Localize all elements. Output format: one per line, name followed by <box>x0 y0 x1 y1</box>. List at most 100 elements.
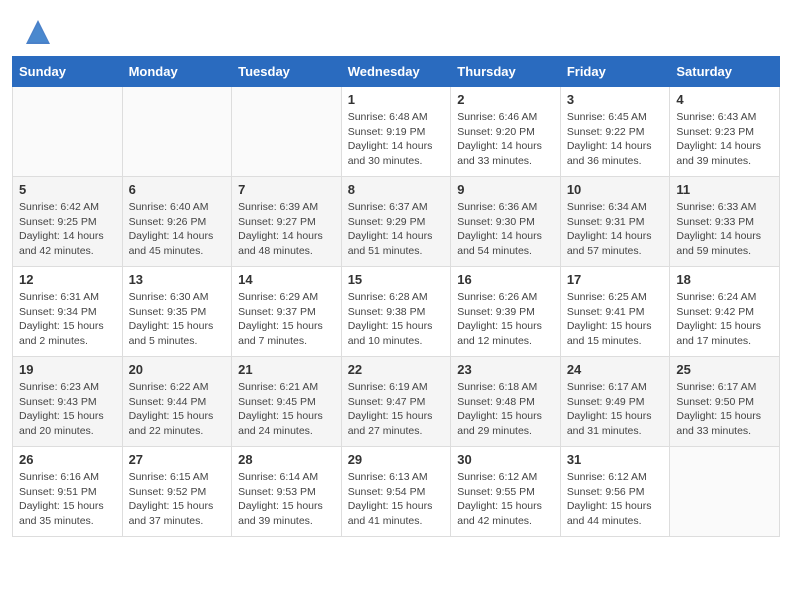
day-info: Sunrise: 6:33 AM Sunset: 9:33 PM Dayligh… <box>676 200 773 259</box>
col-friday: Friday <box>560 57 670 87</box>
calendar-cell: 13 Sunrise: 6:30 AM Sunset: 9:35 PM Dayli… <box>122 267 232 357</box>
day-number: 14 <box>238 272 335 287</box>
day-info: Sunrise: 6:42 AM Sunset: 9:25 PM Dayligh… <box>19 200 116 259</box>
day-number: 21 <box>238 362 335 377</box>
calendar-cell: 5 Sunrise: 6:42 AM Sunset: 9:25 PM Daylig… <box>13 177 123 267</box>
day-number: 4 <box>676 92 773 107</box>
col-saturday: Saturday <box>670 57 780 87</box>
day-number: 7 <box>238 182 335 197</box>
calendar-cell: 20 Sunrise: 6:22 AM Sunset: 9:44 PM Dayli… <box>122 357 232 447</box>
calendar-cell: 16Sunrise: 6:26 AM Sunset: 9:39 PM Dayli… <box>451 267 561 357</box>
day-info: Sunrise: 6:17 AM Sunset: 9:50 PM Dayligh… <box>676 380 773 439</box>
calendar-week-row: 19 Sunrise: 6:23 AM Sunset: 9:43 PM Dayli… <box>13 357 780 447</box>
calendar-cell: 25 Sunrise: 6:17 AM Sunset: 9:50 PM Dayli… <box>670 357 780 447</box>
day-info: Sunrise: 6:46 AM Sunset: 9:20 PM Dayligh… <box>457 110 554 169</box>
calendar-cell: 11Sunrise: 6:33 AM Sunset: 9:33 PM Dayli… <box>670 177 780 267</box>
day-info: Sunrise: 6:29 AM Sunset: 9:37 PM Dayligh… <box>238 290 335 349</box>
calendar-cell: 19 Sunrise: 6:23 AM Sunset: 9:43 PM Dayli… <box>13 357 123 447</box>
logo-icon <box>24 18 52 46</box>
day-number: 19 <box>19 362 116 377</box>
day-number: 17 <box>567 272 664 287</box>
calendar-cell <box>232 87 342 177</box>
day-number: 2 <box>457 92 554 107</box>
calendar-cell: 4Sunrise: 6:43 AM Sunset: 9:23 PM Daylig… <box>670 87 780 177</box>
calendar-cell: 1 Sunrise: 6:48 AM Sunset: 9:19 PM Daylig… <box>341 87 451 177</box>
day-info: Sunrise: 6:24 AM Sunset: 9:42 PM Dayligh… <box>676 290 773 349</box>
day-number: 16 <box>457 272 554 287</box>
day-info: Sunrise: 6:37 AM Sunset: 9:29 PM Dayligh… <box>348 200 445 259</box>
day-info: Sunrise: 6:21 AM Sunset: 9:45 PM Dayligh… <box>238 380 335 439</box>
calendar-header: Sunday Monday Tuesday Wednesday Thursday… <box>13 57 780 87</box>
day-info: Sunrise: 6:31 AM Sunset: 9:34 PM Dayligh… <box>19 290 116 349</box>
col-monday: Monday <box>122 57 232 87</box>
day-info: Sunrise: 6:14 AM Sunset: 9:53 PM Dayligh… <box>238 470 335 529</box>
day-info: Sunrise: 6:39 AM Sunset: 9:27 PM Dayligh… <box>238 200 335 259</box>
calendar-table: Sunday Monday Tuesday Wednesday Thursday… <box>12 56 780 537</box>
header-row: Sunday Monday Tuesday Wednesday Thursday… <box>13 57 780 87</box>
day-number: 5 <box>19 182 116 197</box>
calendar-week-row: 12 Sunrise: 6:31 AM Sunset: 9:34 PM Dayli… <box>13 267 780 357</box>
calendar-cell: 6 Sunrise: 6:40 AM Sunset: 9:26 PM Daylig… <box>122 177 232 267</box>
calendar-cell: 8 Sunrise: 6:37 AM Sunset: 9:29 PM Daylig… <box>341 177 451 267</box>
day-info: Sunrise: 6:48 AM Sunset: 9:19 PM Dayligh… <box>348 110 445 169</box>
calendar-cell <box>670 447 780 537</box>
calendar-cell: 3 Sunrise: 6:45 AM Sunset: 9:22 PM Daylig… <box>560 87 670 177</box>
day-number: 31 <box>567 452 664 467</box>
day-number: 10 <box>567 182 664 197</box>
calendar-cell <box>13 87 123 177</box>
calendar-week-row: 5 Sunrise: 6:42 AM Sunset: 9:25 PM Daylig… <box>13 177 780 267</box>
calendar-cell: 27Sunrise: 6:15 AM Sunset: 9:52 PM Dayli… <box>122 447 232 537</box>
day-number: 30 <box>457 452 554 467</box>
day-number: 20 <box>129 362 226 377</box>
day-number: 28 <box>238 452 335 467</box>
calendar-cell: 26 Sunrise: 6:16 AM Sunset: 9:51 PM Dayli… <box>13 447 123 537</box>
day-info: Sunrise: 6:45 AM Sunset: 9:22 PM Dayligh… <box>567 110 664 169</box>
day-number: 15 <box>348 272 445 287</box>
day-number: 23 <box>457 362 554 377</box>
calendar-cell: 24Sunrise: 6:17 AM Sunset: 9:49 PM Dayli… <box>560 357 670 447</box>
calendar-cell: 31Sunrise: 6:12 AM Sunset: 9:56 PM Dayli… <box>560 447 670 537</box>
calendar-cell: 7 Sunrise: 6:39 AM Sunset: 9:27 PM Daylig… <box>232 177 342 267</box>
calendar-cell: 21 Sunrise: 6:21 AM Sunset: 9:45 PM Dayli… <box>232 357 342 447</box>
day-info: Sunrise: 6:40 AM Sunset: 9:26 PM Dayligh… <box>129 200 226 259</box>
calendar-cell: 18 Sunrise: 6:24 AM Sunset: 9:42 PM Dayli… <box>670 267 780 357</box>
calendar-cell: 9 Sunrise: 6:36 AM Sunset: 9:30 PM Daylig… <box>451 177 561 267</box>
day-info: Sunrise: 6:13 AM Sunset: 9:54 PM Dayligh… <box>348 470 445 529</box>
calendar-cell <box>122 87 232 177</box>
day-info: Sunrise: 6:19 AM Sunset: 9:47 PM Dayligh… <box>348 380 445 439</box>
day-number: 18 <box>676 272 773 287</box>
day-number: 1 <box>348 92 445 107</box>
day-number: 3 <box>567 92 664 107</box>
day-number: 6 <box>129 182 226 197</box>
day-number: 13 <box>129 272 226 287</box>
day-number: 12 <box>19 272 116 287</box>
day-info: Sunrise: 6:12 AM Sunset: 9:55 PM Dayligh… <box>457 470 554 529</box>
calendar-cell: 15 Sunrise: 6:28 AM Sunset: 9:38 PM Dayli… <box>341 267 451 357</box>
day-info: Sunrise: 6:34 AM Sunset: 9:31 PM Dayligh… <box>567 200 664 259</box>
day-info: Sunrise: 6:17 AM Sunset: 9:49 PM Dayligh… <box>567 380 664 439</box>
col-thursday: Thursday <box>451 57 561 87</box>
day-info: Sunrise: 6:30 AM Sunset: 9:35 PM Dayligh… <box>129 290 226 349</box>
day-info: Sunrise: 6:28 AM Sunset: 9:38 PM Dayligh… <box>348 290 445 349</box>
day-info: Sunrise: 6:16 AM Sunset: 9:51 PM Dayligh… <box>19 470 116 529</box>
day-info: Sunrise: 6:15 AM Sunset: 9:52 PM Dayligh… <box>129 470 226 529</box>
day-info: Sunrise: 6:25 AM Sunset: 9:41 PM Dayligh… <box>567 290 664 349</box>
day-number: 8 <box>348 182 445 197</box>
col-tuesday: Tuesday <box>232 57 342 87</box>
day-number: 25 <box>676 362 773 377</box>
calendar-week-row: 1 Sunrise: 6:48 AM Sunset: 9:19 PM Daylig… <box>13 87 780 177</box>
calendar-cell: 28 Sunrise: 6:14 AM Sunset: 9:53 PM Dayli… <box>232 447 342 537</box>
calendar-cell: 22Sunrise: 6:19 AM Sunset: 9:47 PM Dayli… <box>341 357 451 447</box>
calendar-cell: 12 Sunrise: 6:31 AM Sunset: 9:34 PM Dayli… <box>13 267 123 357</box>
day-info: Sunrise: 6:36 AM Sunset: 9:30 PM Dayligh… <box>457 200 554 259</box>
calendar-week-row: 26 Sunrise: 6:16 AM Sunset: 9:51 PM Dayli… <box>13 447 780 537</box>
day-info: Sunrise: 6:23 AM Sunset: 9:43 PM Dayligh… <box>19 380 116 439</box>
day-number: 26 <box>19 452 116 467</box>
calendar-cell: 29Sunrise: 6:13 AM Sunset: 9:54 PM Dayli… <box>341 447 451 537</box>
calendar-cell: 30 Sunrise: 6:12 AM Sunset: 9:55 PM Dayli… <box>451 447 561 537</box>
col-wednesday: Wednesday <box>341 57 451 87</box>
page-header <box>0 0 792 56</box>
day-number: 9 <box>457 182 554 197</box>
day-info: Sunrise: 6:22 AM Sunset: 9:44 PM Dayligh… <box>129 380 226 439</box>
calendar-cell: 23Sunrise: 6:18 AM Sunset: 9:48 PM Dayli… <box>451 357 561 447</box>
